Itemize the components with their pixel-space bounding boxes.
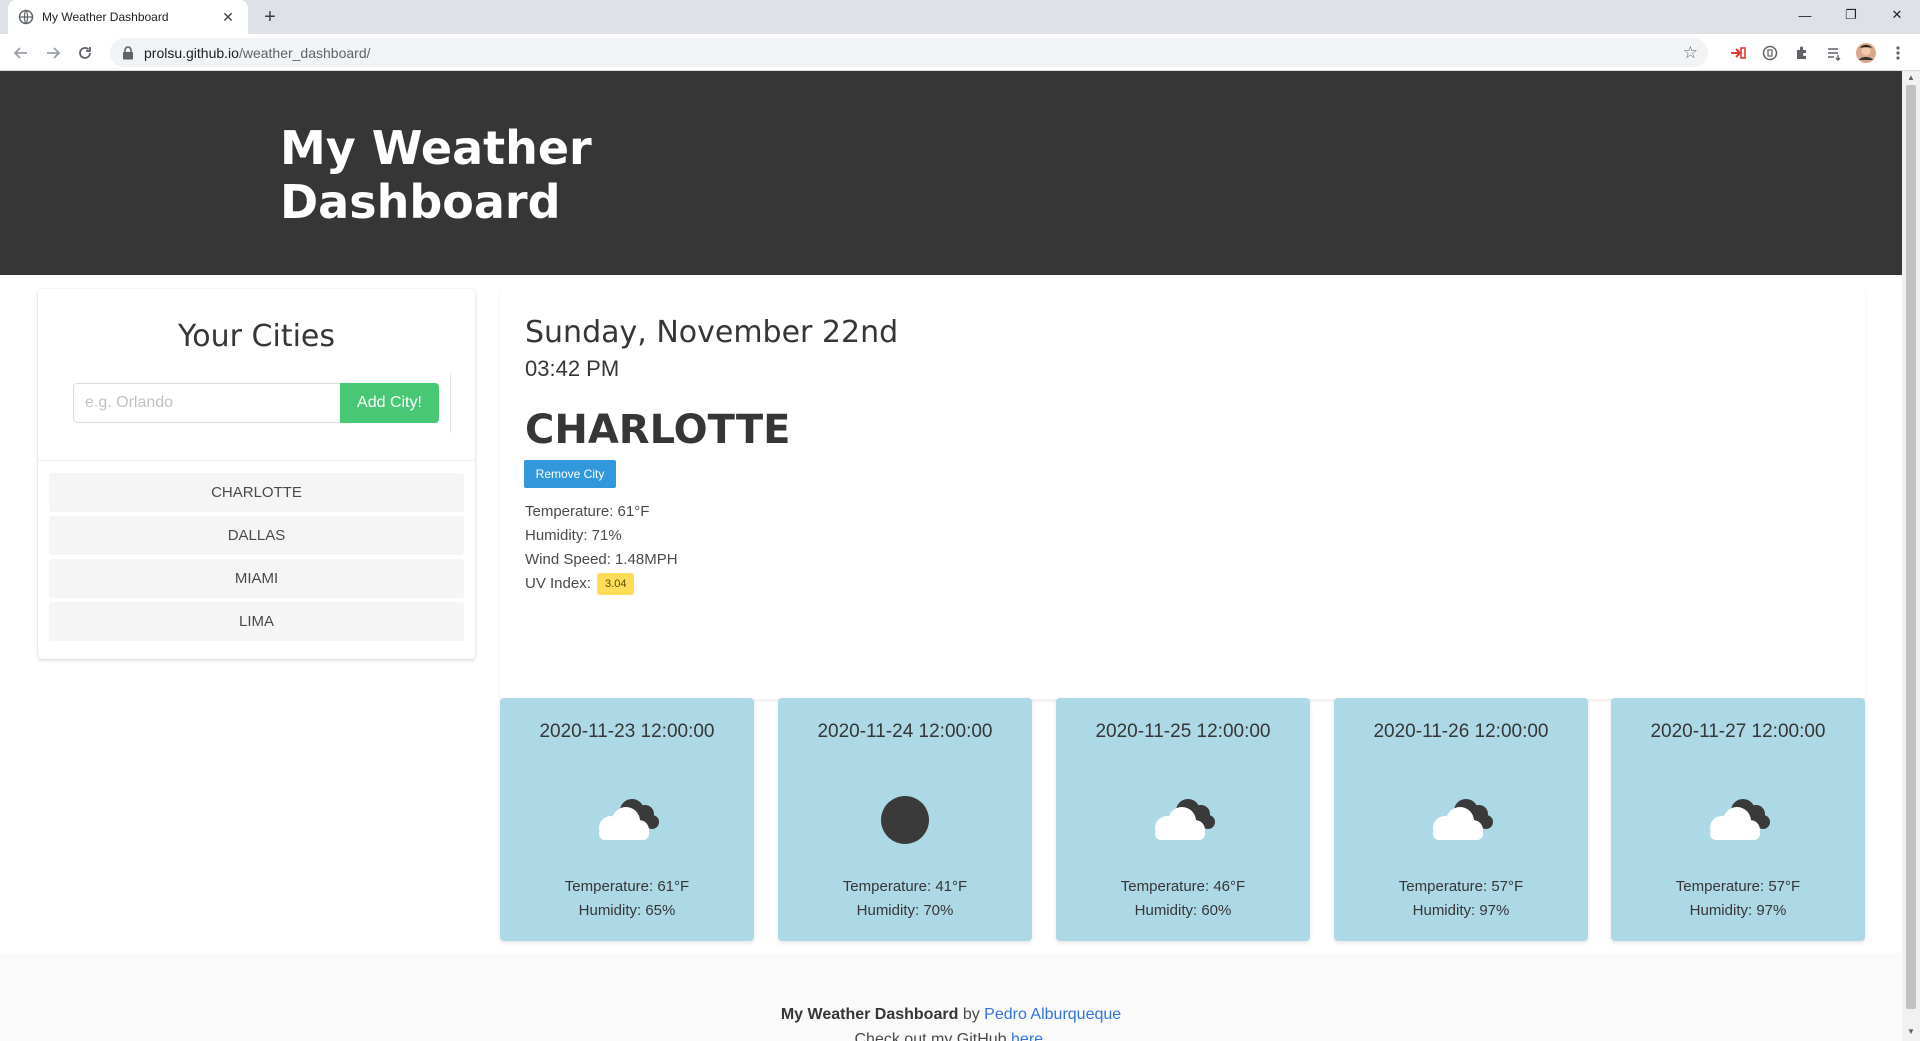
forecast-temperature: Temperature: 57°F bbox=[1398, 878, 1524, 895]
city-search-input[interactable] bbox=[73, 383, 341, 423]
cloudy-icon bbox=[1133, 788, 1233, 852]
main-section: Your Cities Add City! CHARLOTTE DALLAS M… bbox=[0, 275, 1902, 953]
cloudy-icon bbox=[1411, 788, 1511, 852]
forecast-humidity: Humidity: 97% bbox=[1689, 902, 1787, 919]
reload-icon[interactable] bbox=[72, 40, 98, 66]
page-title: My Weather Dashboard bbox=[280, 121, 592, 229]
scrollbar-thumb[interactable] bbox=[1906, 85, 1916, 1009]
github-link[interactable]: here. bbox=[1011, 1031, 1047, 1041]
cities-panel: Your Cities Add City! CHARLOTTE DALLAS M… bbox=[38, 289, 475, 659]
city-list: CHARLOTTE DALLAS MIAMI LIMA bbox=[49, 473, 464, 645]
footer: My Weather Dashboard by Pedro Alburquequ… bbox=[0, 953, 1902, 1041]
url-input[interactable]: prolsu.github.io/weather_dashboard/ ☆ bbox=[110, 38, 1708, 67]
footer-github: Check out my GitHub here. bbox=[0, 1031, 1902, 1041]
extensions-puzzle-icon[interactable] bbox=[1790, 41, 1814, 65]
extension-red-icon[interactable] bbox=[1726, 41, 1750, 65]
forward-arrow-icon[interactable] bbox=[40, 40, 66, 66]
cloudy-icon bbox=[1688, 788, 1788, 852]
forecast-card: 2020-11-23 12:00:00 Temperature: 61°F Hu… bbox=[500, 698, 754, 941]
forecast-temperature: Temperature: 61°F bbox=[564, 878, 690, 895]
page-scrollbar[interactable]: ▲ ▼ bbox=[1902, 71, 1920, 1041]
divider bbox=[38, 460, 475, 461]
current-time: 03:42 PM bbox=[525, 356, 620, 381]
current-uv-row: UV Index: 3.04 bbox=[525, 572, 678, 596]
forecast-date: 2020-11-27 12:00:00 bbox=[1650, 721, 1826, 742]
reading-list-icon[interactable] bbox=[1822, 41, 1846, 65]
forecast-humidity: Humidity: 65% bbox=[578, 902, 676, 919]
current-wind-speed: Wind Speed: 1.48MPH bbox=[525, 551, 678, 568]
forecast-date: 2020-11-25 12:00:00 bbox=[1095, 721, 1271, 742]
forecast-card: 2020-11-25 12:00:00 Temperature: 46°F Hu… bbox=[1056, 698, 1310, 941]
current-date: Sunday, November 22nd bbox=[525, 315, 899, 350]
clear-sky-icon bbox=[855, 788, 955, 852]
divider bbox=[450, 373, 451, 433]
window-close-button[interactable]: ✕ bbox=[1874, 0, 1920, 30]
remove-city-button[interactable]: Remove City bbox=[524, 460, 616, 488]
browser-tab-strip: My Weather Dashboard ✕ + — ❐ ✕ bbox=[0, 0, 1920, 34]
city-item-dallas[interactable]: DALLAS bbox=[49, 516, 464, 555]
footer-app-name: My Weather Dashboard bbox=[780, 1006, 959, 1023]
city-item-lima[interactable]: LIMA bbox=[49, 602, 464, 641]
browser-menu-icon[interactable] bbox=[1886, 41, 1910, 65]
forecast-row: 2020-11-23 12:00:00 Temperature: 61°F Hu… bbox=[500, 698, 1865, 945]
page-content: My Weather Dashboard Your Cities Add Cit… bbox=[0, 71, 1902, 1041]
current-stats: Temperature: 61°F Humidity: 71% Wind Spe… bbox=[525, 500, 678, 596]
forecast-date: 2020-11-23 12:00:00 bbox=[539, 721, 715, 742]
tab-title: My Weather Dashboard bbox=[42, 10, 169, 24]
lock-icon bbox=[122, 45, 134, 60]
cloudy-icon bbox=[577, 788, 677, 852]
scroll-down-arrow-icon[interactable]: ▼ bbox=[1906, 1027, 1916, 1037]
tab-close-icon[interactable]: ✕ bbox=[218, 7, 238, 27]
forecast-temperature: Temperature: 57°F bbox=[1675, 878, 1801, 895]
back-arrow-icon[interactable] bbox=[8, 40, 34, 66]
globe-icon bbox=[18, 9, 34, 25]
current-city-name: CHARLOTTE bbox=[525, 407, 791, 453]
url-host: prolsu.github.io bbox=[144, 44, 239, 61]
uv-label: UV Index: bbox=[525, 575, 591, 592]
current-weather-panel: Sunday, November 22nd 03:42 PM CHARLOTTE… bbox=[500, 289, 1865, 699]
footer-github-text: Check out my GitHub bbox=[854, 1031, 1007, 1041]
footer-credit: My Weather Dashboard by Pedro Alburquequ… bbox=[0, 1006, 1902, 1024]
minimize-button[interactable]: — bbox=[1782, 0, 1828, 30]
forecast-temperature: Temperature: 41°F bbox=[842, 878, 968, 895]
browser-tab[interactable]: My Weather Dashboard ✕ bbox=[8, 0, 248, 34]
address-bar: prolsu.github.io/weather_dashboard/ ☆ bbox=[0, 34, 1920, 71]
forecast-temperature: Temperature: 46°F bbox=[1120, 878, 1246, 895]
scroll-up-arrow-icon[interactable]: ▲ bbox=[1906, 73, 1916, 83]
current-humidity: Humidity: 71% bbox=[525, 527, 622, 544]
profile-avatar-icon[interactable] bbox=[1854, 41, 1878, 65]
extension-circle-icon[interactable] bbox=[1758, 41, 1782, 65]
forecast-card: 2020-11-24 12:00:00 Temperature: 41°F Hu… bbox=[778, 698, 1032, 941]
uv-index-badge: 3.04 bbox=[597, 573, 635, 596]
forecast-card: 2020-11-27 12:00:00 Temperature: 57°F Hu… bbox=[1611, 698, 1865, 941]
forecast-card: 2020-11-26 12:00:00 Temperature: 57°F Hu… bbox=[1334, 698, 1588, 941]
forecast-humidity: Humidity: 97% bbox=[1412, 902, 1510, 919]
current-temperature: Temperature: 61°F bbox=[525, 503, 650, 520]
url-path: /weather_dashboard/ bbox=[238, 44, 371, 61]
forecast-humidity: Humidity: 60% bbox=[1134, 902, 1232, 919]
city-item-charlotte[interactable]: CHARLOTTE bbox=[49, 473, 464, 512]
footer-by: by bbox=[962, 1006, 980, 1023]
forecast-date: 2020-11-26 12:00:00 bbox=[1373, 721, 1549, 742]
city-item-miami[interactable]: MIAMI bbox=[49, 559, 464, 598]
cities-title: Your Cities bbox=[177, 319, 336, 354]
new-tab-button[interactable]: + bbox=[258, 5, 282, 29]
add-city-button[interactable]: Add City! bbox=[340, 383, 439, 423]
hero-banner: My Weather Dashboard bbox=[0, 71, 1902, 275]
forecast-date: 2020-11-24 12:00:00 bbox=[817, 721, 993, 742]
restore-button[interactable]: ❐ bbox=[1828, 0, 1874, 30]
forecast-humidity: Humidity: 70% bbox=[856, 902, 954, 919]
bookmark-star-icon[interactable]: ☆ bbox=[1683, 43, 1698, 63]
author-link[interactable]: Pedro Alburqueque bbox=[984, 1006, 1121, 1023]
